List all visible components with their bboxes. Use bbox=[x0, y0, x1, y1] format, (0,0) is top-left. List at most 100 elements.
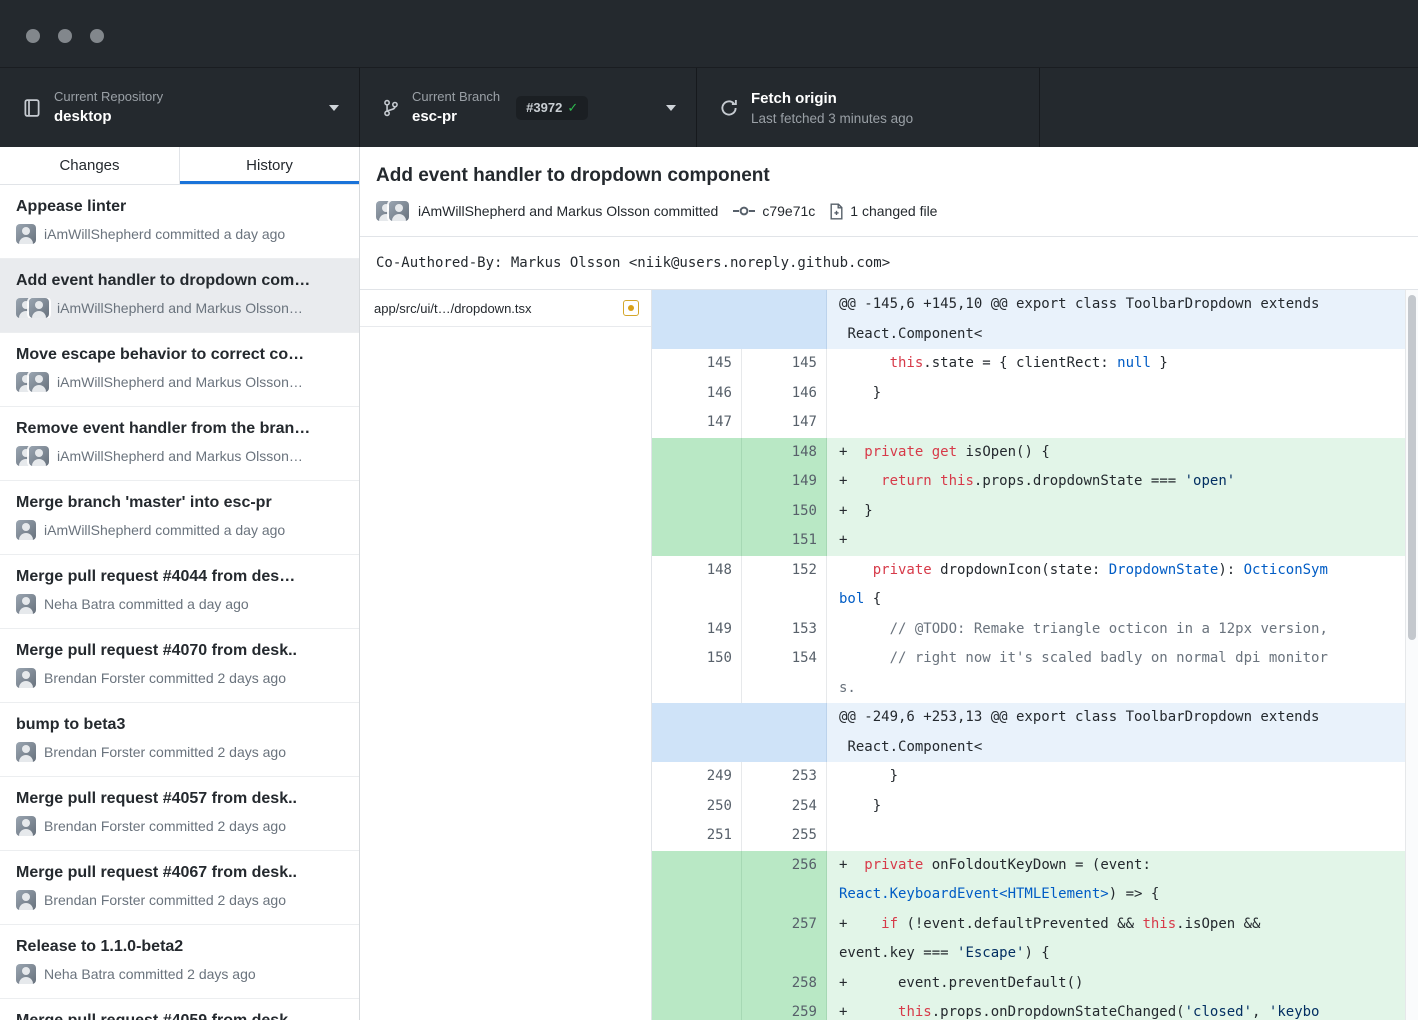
byline-text: iAmWillShepherd committed a day ago bbox=[44, 226, 285, 242]
commit-message-title: Add event handler to dropdown component bbox=[376, 164, 1402, 188]
toolbar: Current Repository desktop Current Branc… bbox=[0, 68, 1418, 147]
close-button[interactable] bbox=[26, 29, 40, 43]
history-commit-item[interactable]: Remove event handler from the bran…iAmWi… bbox=[0, 407, 359, 481]
old-line-number: 146 bbox=[652, 379, 742, 409]
history-commit-item[interactable]: Merge pull request #4059 from desk.. bbox=[0, 999, 359, 1020]
avatar bbox=[29, 372, 49, 392]
diff-code: + private get isOpen() { bbox=[827, 438, 1418, 468]
diff-code: + } bbox=[827, 497, 1418, 527]
diff-code: + return this.props.dropdownState === 'o… bbox=[827, 467, 1418, 497]
new-line-number: 150 bbox=[742, 497, 827, 527]
avatar-group bbox=[16, 224, 36, 244]
diff-code: + this.props.onDropdownStateChanged('clo… bbox=[827, 998, 1418, 1020]
changed-file-icon bbox=[829, 203, 844, 220]
diff-line-added: 257+ if (!event.defaultPrevented && this… bbox=[652, 910, 1418, 969]
commit-list-byline: Brendan Forster committed 2 days ago bbox=[16, 742, 343, 762]
modified-status-icon bbox=[623, 300, 639, 316]
diff-line-context: 249253 } bbox=[652, 762, 1418, 792]
commit-list-title: Appease linter bbox=[16, 196, 343, 217]
avatar bbox=[29, 446, 49, 466]
diff-line-context: 150154 // right now it's scaled badly on… bbox=[652, 644, 1418, 703]
branch-label: Current Branch bbox=[412, 89, 500, 105]
diff-line-context: 147147 bbox=[652, 408, 1418, 438]
diff-code: @@ -145,6 +145,10 @@ export class Toolba… bbox=[827, 290, 1418, 349]
byline-text: Neha Batra committed 2 days ago bbox=[44, 966, 256, 982]
byline-text: Brendan Forster committed 2 days ago bbox=[44, 818, 286, 834]
new-line-number: 258 bbox=[742, 969, 827, 999]
commit-list-byline: Brendan Forster committed 2 days ago bbox=[16, 668, 343, 688]
diff-hunk-header: @@ -249,6 +253,13 @@ export class Toolba… bbox=[652, 703, 1418, 762]
new-line-number: 151 bbox=[742, 526, 827, 556]
changed-file-item[interactable]: app/src/ui/t…/dropdown.tsx bbox=[360, 290, 651, 327]
hunk-gutter bbox=[652, 290, 827, 349]
old-line-number bbox=[652, 910, 742, 969]
history-commit-item[interactable]: Appease linter iAmWillShepherd committed … bbox=[0, 185, 359, 259]
git-commit-icon bbox=[732, 204, 756, 218]
commit-detail: Add event handler to dropdown component … bbox=[360, 147, 1418, 1020]
old-line-number: 145 bbox=[652, 349, 742, 379]
sync-icon bbox=[719, 97, 739, 119]
commit-list-title: Merge pull request #4044 from des… bbox=[16, 566, 343, 587]
minimize-button[interactable] bbox=[58, 29, 72, 43]
history-commit-item[interactable]: Merge pull request #4044 from des…Neha B… bbox=[0, 555, 359, 629]
history-commit-item[interactable]: Merge pull request #4067 from desk..Bren… bbox=[0, 851, 359, 925]
pr-number: #3972 bbox=[526, 100, 562, 115]
avatar bbox=[16, 520, 36, 540]
avatar-group bbox=[16, 298, 49, 318]
avatar bbox=[16, 816, 36, 836]
old-line-number: 250 bbox=[652, 792, 742, 822]
diff-hunk-header: @@ -145,6 +145,10 @@ export class Toolba… bbox=[652, 290, 1418, 349]
avatar bbox=[389, 201, 409, 221]
old-line-number: 249 bbox=[652, 762, 742, 792]
new-line-number: 149 bbox=[742, 467, 827, 497]
committer-avatars bbox=[376, 201, 409, 221]
history-commit-item[interactable]: Release to 1.1.0-beta2Neha Batra committ… bbox=[0, 925, 359, 999]
traffic-lights bbox=[26, 29, 104, 43]
tab-history[interactable]: History bbox=[179, 147, 359, 184]
history-commit-item[interactable]: Move escape behavior to correct co…iAmWi… bbox=[0, 333, 359, 407]
branch-picker[interactable]: Current Branch esc-pr #3972 ✓ bbox=[360, 68, 697, 147]
tab-changes[interactable]: Changes bbox=[0, 147, 179, 184]
committer-byline: iAmWillShepherd and Markus Olsson commit… bbox=[418, 203, 718, 219]
diff-line-context: 251255 bbox=[652, 821, 1418, 851]
commit-sha: c79e71c bbox=[762, 203, 815, 219]
history-commit-item[interactable]: Merge branch 'master' into esc-priAmWill… bbox=[0, 481, 359, 555]
avatar-group bbox=[16, 742, 36, 762]
avatar-group bbox=[16, 446, 49, 466]
diff-line-context: 250254 } bbox=[652, 792, 1418, 822]
commit-list-byline: iAmWillShepherd and Markus Olsson… bbox=[16, 372, 343, 392]
diff-scrollbar-track bbox=[1405, 290, 1418, 1020]
diff-code: + if (!event.defaultPrevented && this.is… bbox=[827, 910, 1418, 969]
byline-text: iAmWillShepherd and Markus Olsson… bbox=[57, 448, 303, 464]
diff-scrollbar[interactable] bbox=[1408, 295, 1416, 640]
history-commit-item[interactable]: Add event handler to dropdown com…iAmWil… bbox=[0, 259, 359, 333]
new-line-number: 146 bbox=[742, 379, 827, 409]
zoom-button[interactable] bbox=[90, 29, 104, 43]
history-commit-item[interactable]: bump to beta3 Brendan Forster committed 2… bbox=[0, 703, 359, 777]
avatar-group bbox=[16, 594, 36, 614]
history-commit-item[interactable]: Merge pull request #4057 from desk..Bren… bbox=[0, 777, 359, 851]
branch-name: esc-pr bbox=[412, 107, 500, 126]
commit-list-byline: iAmWillShepherd and Markus Olsson… bbox=[16, 298, 343, 318]
new-line-number: 152 bbox=[742, 556, 827, 615]
toolbar-filler bbox=[1040, 68, 1418, 147]
file-path: app/src/ui/t…/dropdown.tsx bbox=[374, 301, 623, 316]
changed-files-panel: app/src/ui/t…/dropdown.tsx bbox=[360, 290, 652, 1020]
diff-view: @@ -145,6 +145,10 @@ export class Toolba… bbox=[652, 290, 1418, 1020]
history-commit-item[interactable]: Merge pull request #4070 from desk.. Bren… bbox=[0, 629, 359, 703]
commit-list-byline: iAmWillShepherd committed a day ago bbox=[16, 224, 343, 244]
commit-list-title: Merge pull request #4070 from desk.. bbox=[16, 640, 343, 661]
github-desktop-window: Current Repository desktop Current Branc… bbox=[0, 0, 1418, 1020]
avatar bbox=[16, 890, 36, 910]
diff-line-added: 148+ private get isOpen() { bbox=[652, 438, 1418, 468]
check-icon: ✓ bbox=[567, 100, 578, 116]
commit-list-title: bump to beta3 bbox=[16, 714, 343, 735]
old-line-number bbox=[652, 969, 742, 999]
repository-picker[interactable]: Current Repository desktop bbox=[0, 68, 360, 147]
new-line-number: 255 bbox=[742, 821, 827, 851]
avatar-group bbox=[16, 964, 36, 984]
diff-code: @@ -249,6 +253,13 @@ export class Toolba… bbox=[827, 703, 1418, 762]
diff-line-context: 149153 // @TODO: Remake triangle octicon… bbox=[652, 615, 1418, 645]
diff-code: } bbox=[827, 379, 1418, 409]
fetch-origin-button[interactable]: Fetch origin Last fetched 3 minutes ago bbox=[697, 68, 1040, 147]
